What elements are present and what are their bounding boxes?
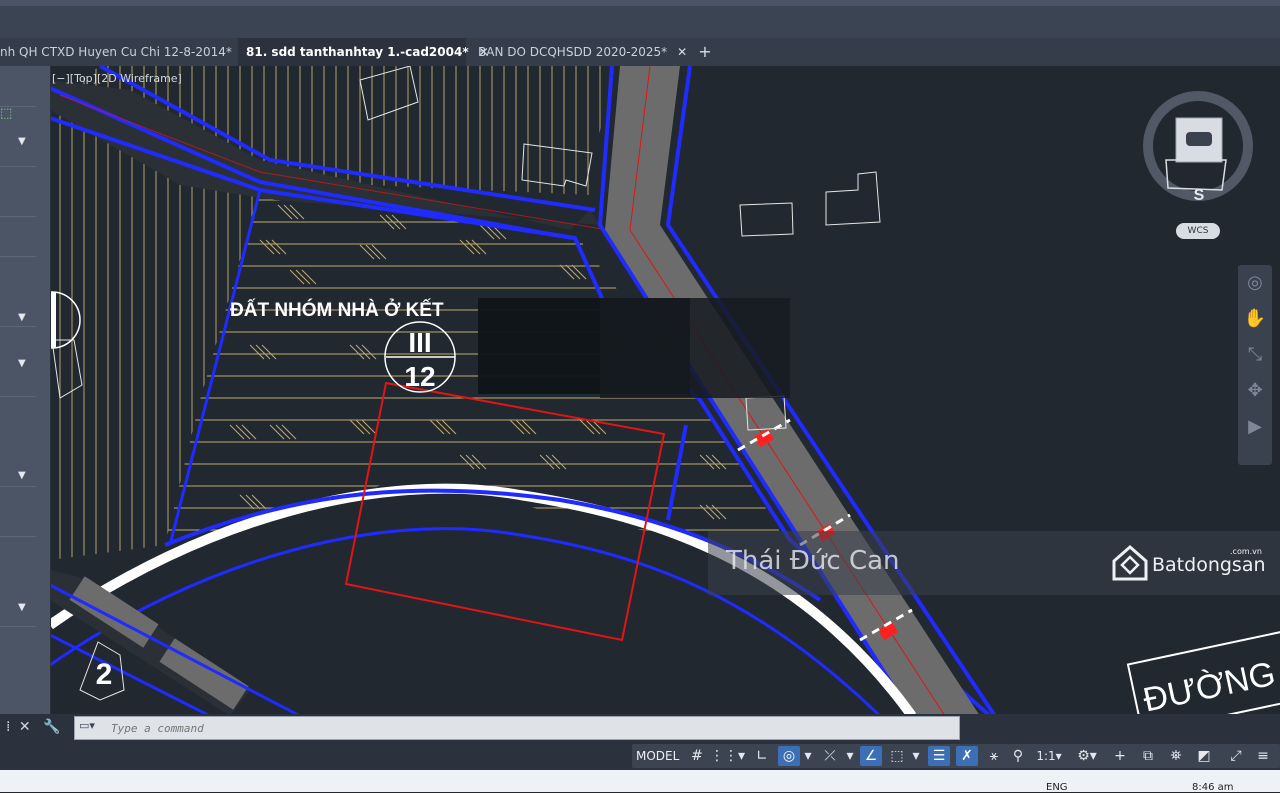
file-tab-bar: nh QH CTXD Huyen Cu Chi 12-8-2014*✕ 81. … bbox=[0, 38, 1280, 66]
grip-icon[interactable]: ⁞ bbox=[6, 719, 10, 735]
chevron-down-icon[interactable]: ▼ bbox=[18, 136, 26, 147]
properties-palette: ▼ ▼ ▼ ▼ ▼ ⬚ bbox=[0, 66, 51, 716]
isolate-objects-icon[interactable]: ⧉ bbox=[1138, 746, 1158, 766]
os-taskbar: ENG 8:46 am bbox=[0, 770, 1280, 793]
wrench-icon[interactable]: 🔧 bbox=[43, 719, 60, 735]
clean-screen-icon[interactable]: ◩ bbox=[1194, 746, 1214, 766]
steering-wheel-icon[interactable]: ◎ bbox=[1238, 265, 1272, 301]
orbit-icon[interactable]: ✥ bbox=[1238, 373, 1272, 409]
palette-divider bbox=[0, 396, 36, 397]
batdongsan-brand: Batdongsan bbox=[1152, 554, 1266, 576]
palette-divider bbox=[0, 326, 36, 327]
ribbon-strip bbox=[0, 0, 1280, 6]
status-tools: MODEL # ⋮⋮▾ ∟ ◎ ▾ ⤫ ▾ ∠ ⬚ ▾ ☰ ✗ ⚹ ⚲ 1:1▾… bbox=[632, 744, 1280, 768]
isodraft-icon[interactable]: ⤫ bbox=[820, 746, 840, 766]
workspace-gear-icon[interactable]: ⚙▾ bbox=[1070, 746, 1104, 766]
model-space-button[interactable]: MODEL bbox=[636, 746, 679, 766]
hardware-acceleration-icon[interactable]: ⛯ bbox=[1166, 746, 1186, 766]
command-input[interactable] bbox=[109, 718, 953, 738]
scale-value: 1:1 bbox=[1036, 749, 1056, 763]
file-tab-label: BAN DO DCQHSDD 2020-2025* bbox=[478, 45, 668, 59]
scale-dropdown[interactable]: 1:1▾ bbox=[1034, 746, 1064, 766]
command-line: ⁞ ✕ 🔧 ▭▾ bbox=[0, 714, 1280, 740]
house-logo-icon bbox=[1112, 545, 1148, 581]
select-objects-icon[interactable]: ⬚ bbox=[0, 106, 12, 121]
ucs-menu[interactable]: WCS bbox=[1176, 223, 1220, 239]
drawing-viewport[interactable]: III 12 ĐẤT NHÓM NHÀ Ở KẾT 2 ĐƯỜNG S bbox=[0, 66, 1280, 716]
pan-icon[interactable]: ✋ bbox=[1238, 301, 1272, 337]
zone-number: 12 bbox=[404, 361, 435, 392]
navigation-bar: ◎ ✋ ⤡ ✥ ▶ bbox=[1238, 265, 1272, 465]
file-tab-2[interactable]: 81. sdd tanthanhtay 1.-cad2004* ✕ bbox=[238, 38, 489, 66]
language-indicator[interactable]: ENG bbox=[1046, 782, 1068, 793]
palette-divider bbox=[0, 216, 36, 217]
close-icon[interactable]: ✕ bbox=[677, 45, 687, 59]
batdongsan-logo: .com.vn Batdongsan bbox=[1112, 545, 1266, 585]
auto-scale-icon[interactable]: ⚹ bbox=[984, 746, 1004, 766]
annotation-visibility-icon[interactable]: ✗ bbox=[956, 746, 978, 766]
status-bar: MODEL # ⋮⋮▾ ∟ ◎ ▾ ⤫ ▾ ∠ ⬚ ▾ ☰ ✗ ⚹ ⚲ 1:1▾… bbox=[0, 740, 1280, 770]
file-tab-1[interactable]: nh QH CTXD Huyen Cu Chi 12-8-2014*✕ bbox=[0, 38, 252, 66]
plus-icon[interactable]: + bbox=[1110, 746, 1130, 766]
close-icon[interactable]: ✕ bbox=[19, 719, 31, 735]
polar-tracking-icon[interactable]: ◎ bbox=[778, 746, 800, 766]
palette-divider bbox=[0, 166, 36, 167]
ortho-icon[interactable]: ∟ bbox=[752, 746, 772, 766]
zoom-icon[interactable]: ⤡ bbox=[1238, 337, 1272, 373]
customization-menu-icon[interactable]: ≡ bbox=[1252, 746, 1274, 766]
compass-direction: S bbox=[1194, 187, 1205, 204]
zone-code: III bbox=[408, 327, 431, 358]
chevron-down-icon[interactable]: ▾ bbox=[910, 746, 922, 766]
viewport-controls[interactable]: [−][Top][2D Wireframe] bbox=[52, 72, 182, 85]
showmotion-icon[interactable]: ▶ bbox=[1238, 409, 1272, 445]
file-tab-3[interactable]: BAN DO DCQHSDD 2020-2025* ✕ bbox=[478, 38, 688, 66]
palette-divider bbox=[0, 626, 36, 627]
chevron-down-icon[interactable]: ▼ bbox=[18, 312, 26, 323]
object-snap-tracking-icon[interactable]: ∠ bbox=[860, 746, 882, 766]
palette-divider bbox=[0, 256, 36, 257]
file-tab-label: nh QH CTXD Huyen Cu Chi 12-8-2014* bbox=[0, 45, 232, 59]
object-snap-icon[interactable]: ⬚ bbox=[886, 746, 908, 766]
ribbon bbox=[0, 0, 1280, 39]
command-history-icon[interactable]: ▭▾ bbox=[79, 719, 95, 732]
chevron-down-icon[interactable]: ▼ bbox=[18, 602, 26, 613]
grid-icon[interactable]: # bbox=[688, 746, 706, 766]
chevron-down-icon[interactable]: ▾ bbox=[802, 746, 814, 766]
file-tab-label: 81. sdd tanthanhtay 1.-cad2004* bbox=[246, 45, 469, 59]
new-tab-button[interactable]: + bbox=[696, 38, 714, 66]
annotation-scale-icon[interactable]: ⚲ bbox=[1008, 746, 1028, 766]
palette-divider bbox=[0, 486, 36, 487]
palette-divider bbox=[0, 536, 36, 537]
fullscreen-icon[interactable]: ⤢ bbox=[1226, 746, 1246, 766]
command-line-tools: ⁞ ✕ 🔧 bbox=[0, 714, 72, 740]
side-zone-number: 2 bbox=[96, 658, 113, 691]
command-field[interactable]: ▭▾ bbox=[74, 716, 960, 740]
drawing-canvas[interactable]: III 12 ĐẤT NHÓM NHÀ Ở KẾT 2 ĐƯỜNG S bbox=[0, 66, 1280, 716]
lineweight-icon[interactable]: ☰ bbox=[928, 746, 950, 766]
blurred-region-2 bbox=[600, 298, 790, 398]
watermark-name: Thái Đức Can bbox=[726, 546, 900, 576]
chevron-down-icon[interactable]: ▼ bbox=[18, 470, 26, 481]
chevron-down-icon[interactable]: ▾ bbox=[844, 746, 856, 766]
chevron-down-icon[interactable]: ▼ bbox=[18, 358, 26, 369]
snap-icon[interactable]: ⋮⋮▾ bbox=[710, 746, 745, 766]
zone-label-text: ĐẤT NHÓM NHÀ Ở KẾT bbox=[230, 299, 444, 321]
system-clock[interactable]: 8:46 am bbox=[1192, 782, 1234, 793]
